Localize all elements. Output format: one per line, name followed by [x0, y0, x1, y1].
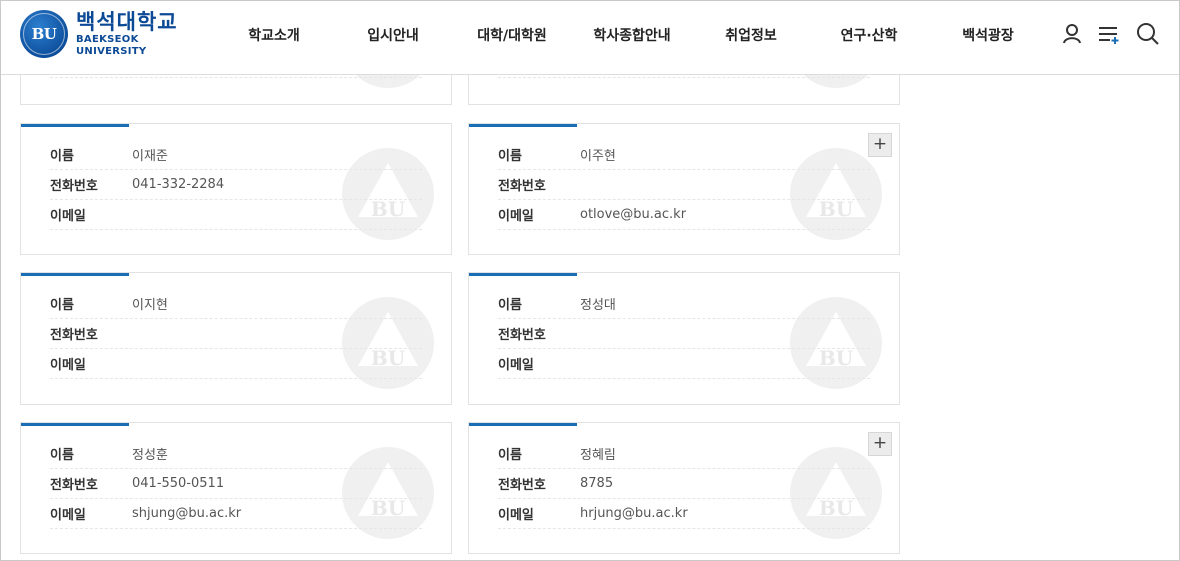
name-value: 정성대 — [580, 298, 616, 313]
card-accent-bar — [469, 423, 577, 426]
name-label: 이름 — [50, 298, 74, 313]
nav-item-about[interactable]: 학교소개 — [248, 25, 300, 45]
nav-item-colleges[interactable]: 대학/대학원 — [477, 25, 547, 45]
phone-label: 전화번호 — [498, 478, 546, 493]
phone-value: 041-550-0511 — [132, 476, 225, 491]
phone-row: 전화번호 8785 — [498, 469, 870, 499]
email-value: hrjung@bu.ac.kr — [580, 506, 688, 521]
phone-label: 전화번호 — [50, 478, 98, 493]
name-value: 이재준 — [132, 149, 168, 164]
card-accent-bar — [21, 273, 129, 276]
email-label: 이메일 — [498, 358, 534, 373]
card-accent-bar — [21, 423, 129, 426]
name-value: 정혜림 — [580, 448, 616, 463]
name-value: 이주현 — [580, 149, 616, 164]
card-fields: 이름 정혜림 전화번호 8785 이메일 hrjung@bu.ac.kr — [498, 439, 870, 529]
name-row: 이름 이지현 — [50, 289, 422, 319]
email-value: shjung@bu.ac.kr — [132, 506, 242, 521]
card-accent-bar — [21, 124, 129, 127]
nav-item-academics[interactable]: 학사종합안내 — [593, 25, 670, 45]
name-row: 이름 이재준 — [50, 140, 422, 170]
phone-row: 전화번호 041-550-0511 — [50, 469, 422, 499]
university-logo[interactable]: BU 백석대학교 BAEKSEOK UNIVERSITY — [20, 10, 205, 58]
email-label: 이메일 — [50, 508, 86, 523]
search-icon[interactable] — [1135, 21, 1161, 47]
phone-value: 8785 — [580, 476, 614, 491]
phone-label: 전화번호 — [498, 328, 546, 343]
nav-item-admissions[interactable]: 입시안내 — [367, 25, 419, 45]
logo-korean-name: 백석대학교 — [76, 10, 178, 34]
phone-row: 전화번호 041-332-2284 — [50, 170, 422, 200]
email-label: 이메일 — [498, 508, 534, 523]
email-row: 이메일 otlove@bu.ac.kr — [498, 200, 870, 230]
email-label: 이메일 — [50, 209, 86, 224]
phone-label: 전화번호 — [50, 179, 98, 194]
email-label: 이메일 — [498, 209, 534, 224]
nav-item-careers[interactable]: 취업정보 — [725, 25, 777, 45]
name-row: 이름 이주현 — [498, 140, 870, 170]
email-row: 이메일 — [50, 200, 422, 230]
card-fields: 이름 정성대 전화번호 이메일 — [498, 289, 870, 379]
email-row: 이메일 hrjung@bu.ac.kr — [498, 499, 870, 529]
email-row: 이메일 — [50, 349, 422, 379]
staff-card: BU 이름 이지현 전화번호 이메일 — [20, 272, 452, 405]
name-row: 이름 정혜림 — [498, 439, 870, 469]
page-frame: BU 백석대학교 BAEKSEOK UNIVERSITY 학교소개 입시안내 대… — [0, 0, 1180, 561]
phone-value: 041-332-2284 — [132, 177, 225, 192]
phone-label: 전화번호 — [50, 328, 98, 343]
email-label: 이메일 — [50, 358, 86, 373]
staff-card: BU 이름 정성훈 전화번호 041-550-0511 이메일 shjung@b… — [20, 422, 452, 554]
name-label: 이름 — [498, 298, 522, 313]
logo-text: 백석대학교 BAEKSEOK UNIVERSITY — [76, 10, 205, 58]
menu-icon[interactable] — [1096, 21, 1122, 47]
name-value: 이지현 — [132, 298, 168, 313]
staff-card: BU 이름 정성대 전화번호 이메일 — [468, 272, 900, 405]
name-label: 이름 — [50, 149, 74, 164]
nav-item-research[interactable]: 연구·산학 — [841, 25, 898, 45]
email-row: 이메일 shjung@bu.ac.kr — [50, 499, 422, 529]
card-fields: 이름 이주현 전화번호 이메일 otlove@bu.ac.kr — [498, 140, 870, 230]
user-icon[interactable] — [1059, 21, 1085, 47]
card-accent-bar — [469, 273, 577, 276]
name-row: 이름 정성대 — [498, 289, 870, 319]
bu-emblem-icon: BU — [20, 10, 68, 58]
email-value: otlove@bu.ac.kr — [580, 207, 687, 222]
phone-label: 전화번호 — [498, 179, 546, 194]
staff-card: BU 이름 정혜림 전화번호 8785 이메일 hrjung@bu.ac.kr … — [468, 422, 900, 554]
name-label: 이름 — [498, 448, 522, 463]
staff-card: BU 이름 이재준 전화번호 041-332-2284 이메일 — [20, 123, 452, 255]
name-value: 정성훈 — [132, 448, 168, 463]
staff-card: BU 이름 이주현 전화번호 이메일 otlove@bu.ac.kr + — [468, 123, 900, 255]
card-accent-bar — [469, 124, 577, 127]
card-fields: 이름 이재준 전화번호 041-332-2284 이메일 — [50, 140, 422, 230]
phone-row: 전화번호 — [498, 170, 870, 200]
name-row: 이름 정성훈 — [50, 439, 422, 469]
expand-button[interactable]: + — [868, 432, 892, 456]
logo-emblem-text: BU — [31, 25, 57, 43]
email-row: 이메일 — [498, 349, 870, 379]
name-label: 이름 — [50, 448, 74, 463]
name-label: 이름 — [498, 149, 522, 164]
expand-button[interactable]: + — [868, 133, 892, 157]
phone-row: 전화번호 — [498, 319, 870, 349]
phone-row: 전화번호 — [50, 319, 422, 349]
card-fields: 이름 정성훈 전화번호 041-550-0511 이메일 shjung@bu.a… — [50, 439, 422, 529]
logo-english-name: BAEKSEOK UNIVERSITY — [76, 34, 147, 57]
card-fields: 이름 이지현 전화번호 이메일 — [50, 289, 422, 379]
site-header: BU 백석대학교 BAEKSEOK UNIVERSITY 학교소개 입시안내 대… — [1, 1, 1179, 75]
nav-item-plaza[interactable]: 백석광장 — [962, 25, 1014, 45]
